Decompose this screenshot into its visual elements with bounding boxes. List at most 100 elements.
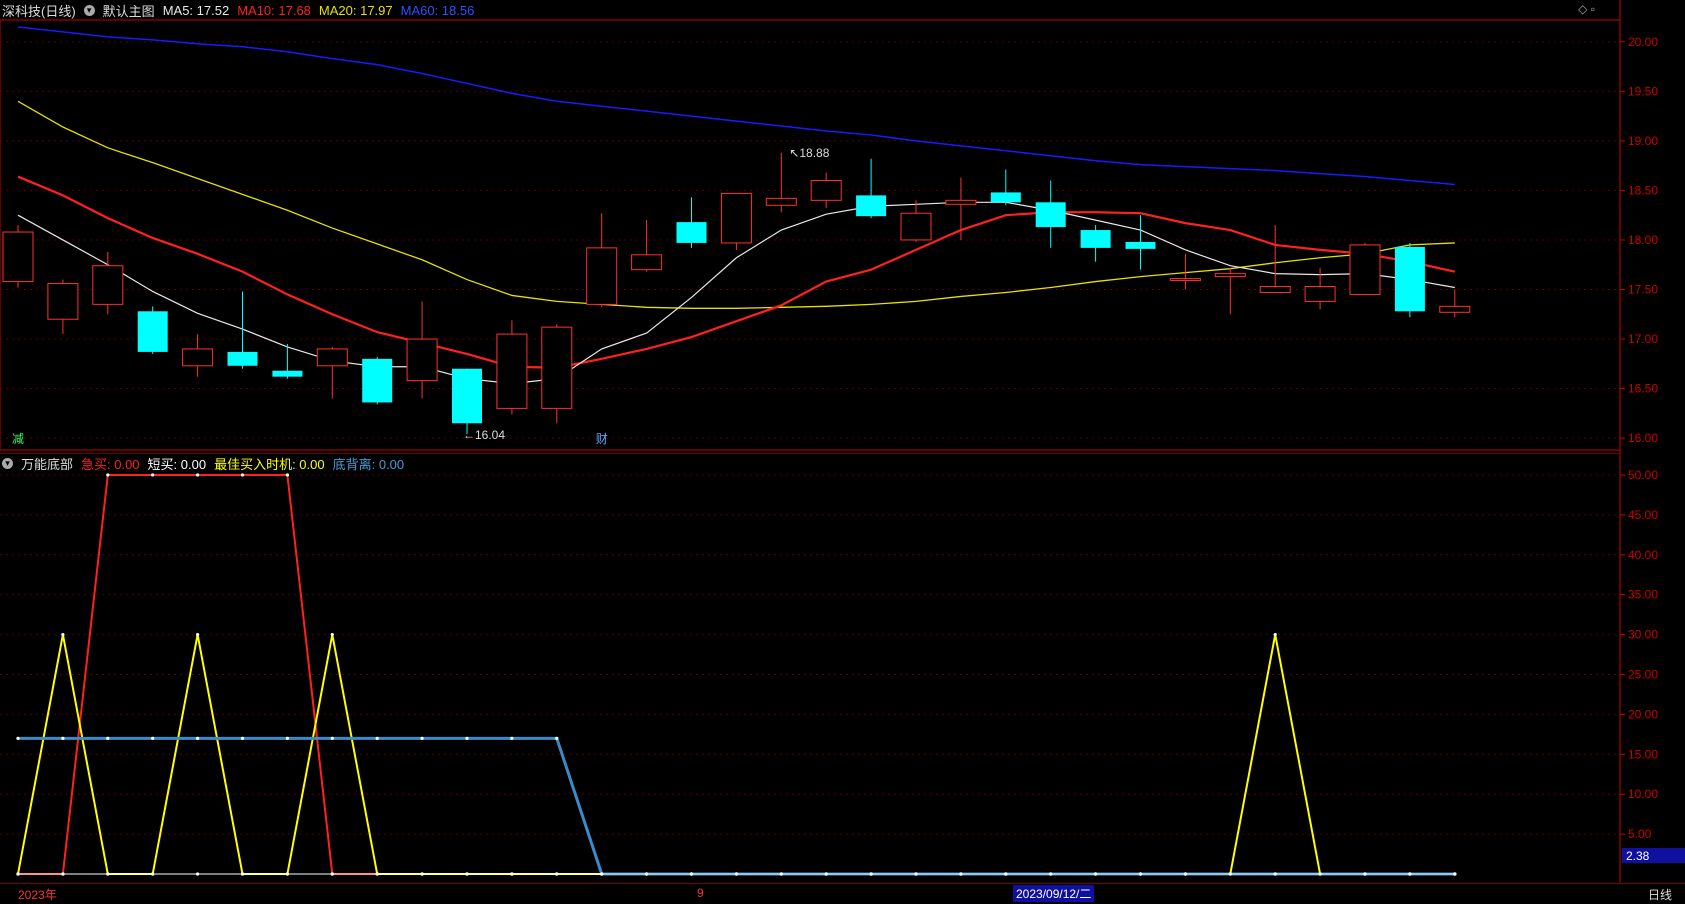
candle-body-down	[990, 192, 1021, 203]
candle-body-up	[406, 338, 438, 382]
candle-body-up	[92, 265, 124, 305]
candle-body-down	[227, 351, 258, 366]
period-label[interactable]: 日线	[1648, 886, 1672, 903]
series-line-急买	[18, 473, 1455, 875]
series-point	[779, 872, 783, 876]
series-point	[61, 872, 65, 876]
series-point	[420, 872, 424, 876]
indicator-chart: 50.00 45.00 40.00 35.00 30.00 25.00 20.00 15.00…	[0, 453, 1685, 883]
series-point	[285, 872, 289, 876]
candle-body-down	[272, 370, 303, 377]
price-tick-label: 19.00	[1628, 134, 1658, 148]
indicator-tick-label: 25.00	[1628, 667, 1658, 681]
series-point	[420, 736, 424, 740]
candle-body-up	[900, 212, 932, 241]
time-axis: 2023年 9 2023/09/12/二 日线	[0, 883, 1685, 904]
series-point	[375, 872, 379, 876]
series-point	[1183, 872, 1187, 876]
price-tick-label: 17.00	[1628, 332, 1658, 346]
series-point	[240, 473, 245, 477]
candle-body-up	[1169, 278, 1201, 282]
series-point	[1228, 872, 1232, 876]
candle-body-up	[541, 326, 573, 409]
series-line-底背离	[18, 736, 1455, 876]
candle-body-up	[1259, 286, 1291, 293]
series-point	[151, 736, 155, 740]
series-point	[196, 632, 200, 637]
series-point	[240, 872, 245, 876]
candle-body-up	[1214, 273, 1246, 278]
indicator-tick-label: 5.00	[1628, 827, 1652, 841]
price-tick-label: 18.00	[1628, 233, 1658, 247]
series-point	[824, 872, 828, 876]
event-marker-jian: 减	[12, 432, 24, 446]
series-point	[555, 736, 559, 740]
price-plot-frame	[0, 19, 1621, 451]
series-point	[196, 473, 200, 477]
date-label: 2023/09/12/二	[1013, 885, 1095, 902]
series-point	[375, 736, 379, 740]
series-point	[16, 736, 20, 740]
candle-body-down	[1080, 230, 1111, 248]
current-value-label: 2.38	[1626, 849, 1650, 863]
series-point	[61, 632, 65, 637]
series-point	[330, 872, 334, 876]
candle-body-down	[1035, 202, 1066, 228]
candle-body-up	[316, 348, 348, 367]
candle-body-down	[856, 195, 887, 217]
series-point	[600, 872, 604, 876]
series-point	[330, 632, 334, 637]
indicator-tick-label: 30.00	[1628, 628, 1658, 642]
series-point	[61, 736, 65, 740]
candle-body-up	[720, 192, 752, 244]
indicator-tick-label: 35.00	[1628, 588, 1658, 602]
candle-body-down	[452, 368, 482, 424]
candle-body-up	[47, 283, 79, 320]
price-tick-label: 16.50	[1628, 382, 1658, 396]
series-point	[1094, 872, 1098, 876]
candle-body-up	[810, 180, 842, 201]
series-point	[1138, 872, 1143, 876]
candle-body-up	[631, 254, 663, 271]
indicator-tick-label: 20.00	[1628, 707, 1658, 721]
series-point	[959, 872, 963, 876]
ma60-line	[17, 26, 1455, 186]
candle-body-down	[676, 222, 707, 243]
candle-body-up	[586, 247, 618, 305]
candle-body-up	[945, 199, 977, 205]
series-point	[869, 872, 873, 876]
series-point	[106, 736, 110, 740]
price-tick-label: 18.50	[1628, 183, 1658, 197]
series-point	[1453, 872, 1457, 876]
series-point	[1273, 632, 1277, 637]
series-point	[465, 872, 469, 876]
year-label: 2023年	[18, 888, 57, 902]
candle-body-up	[765, 197, 797, 206]
series-point	[510, 872, 514, 876]
series-point	[645, 872, 649, 876]
series-point	[240, 736, 245, 740]
series-point	[106, 473, 110, 477]
candle-body-up	[182, 348, 214, 367]
price-tick-label: 16.00	[1628, 431, 1658, 445]
price-chart: 20.00 19.50 19.00 18.50 18.00 17.50 17.00 16.50…	[0, 0, 1658, 455]
candle-body-up	[1439, 305, 1471, 313]
high-price-label: ↖18.88	[789, 146, 829, 160]
candle-body-up	[2, 231, 34, 283]
series-point	[106, 872, 110, 876]
series-point	[285, 473, 289, 477]
price-tick-label: 19.50	[1628, 84, 1658, 98]
series-point	[151, 473, 155, 477]
series-point	[330, 736, 334, 740]
series-point	[465, 736, 469, 740]
candle-body-up	[496, 333, 528, 409]
series-point	[734, 872, 739, 876]
event-marker-cai: 财	[596, 432, 608, 446]
series-point	[196, 872, 200, 876]
series-point	[555, 872, 559, 876]
series-point	[1273, 872, 1277, 876]
candle-body-down	[362, 358, 393, 403]
candle-body-down	[1394, 246, 1425, 312]
low-price-label: ←16.04	[463, 428, 505, 442]
candle-body-up	[1304, 286, 1336, 302]
